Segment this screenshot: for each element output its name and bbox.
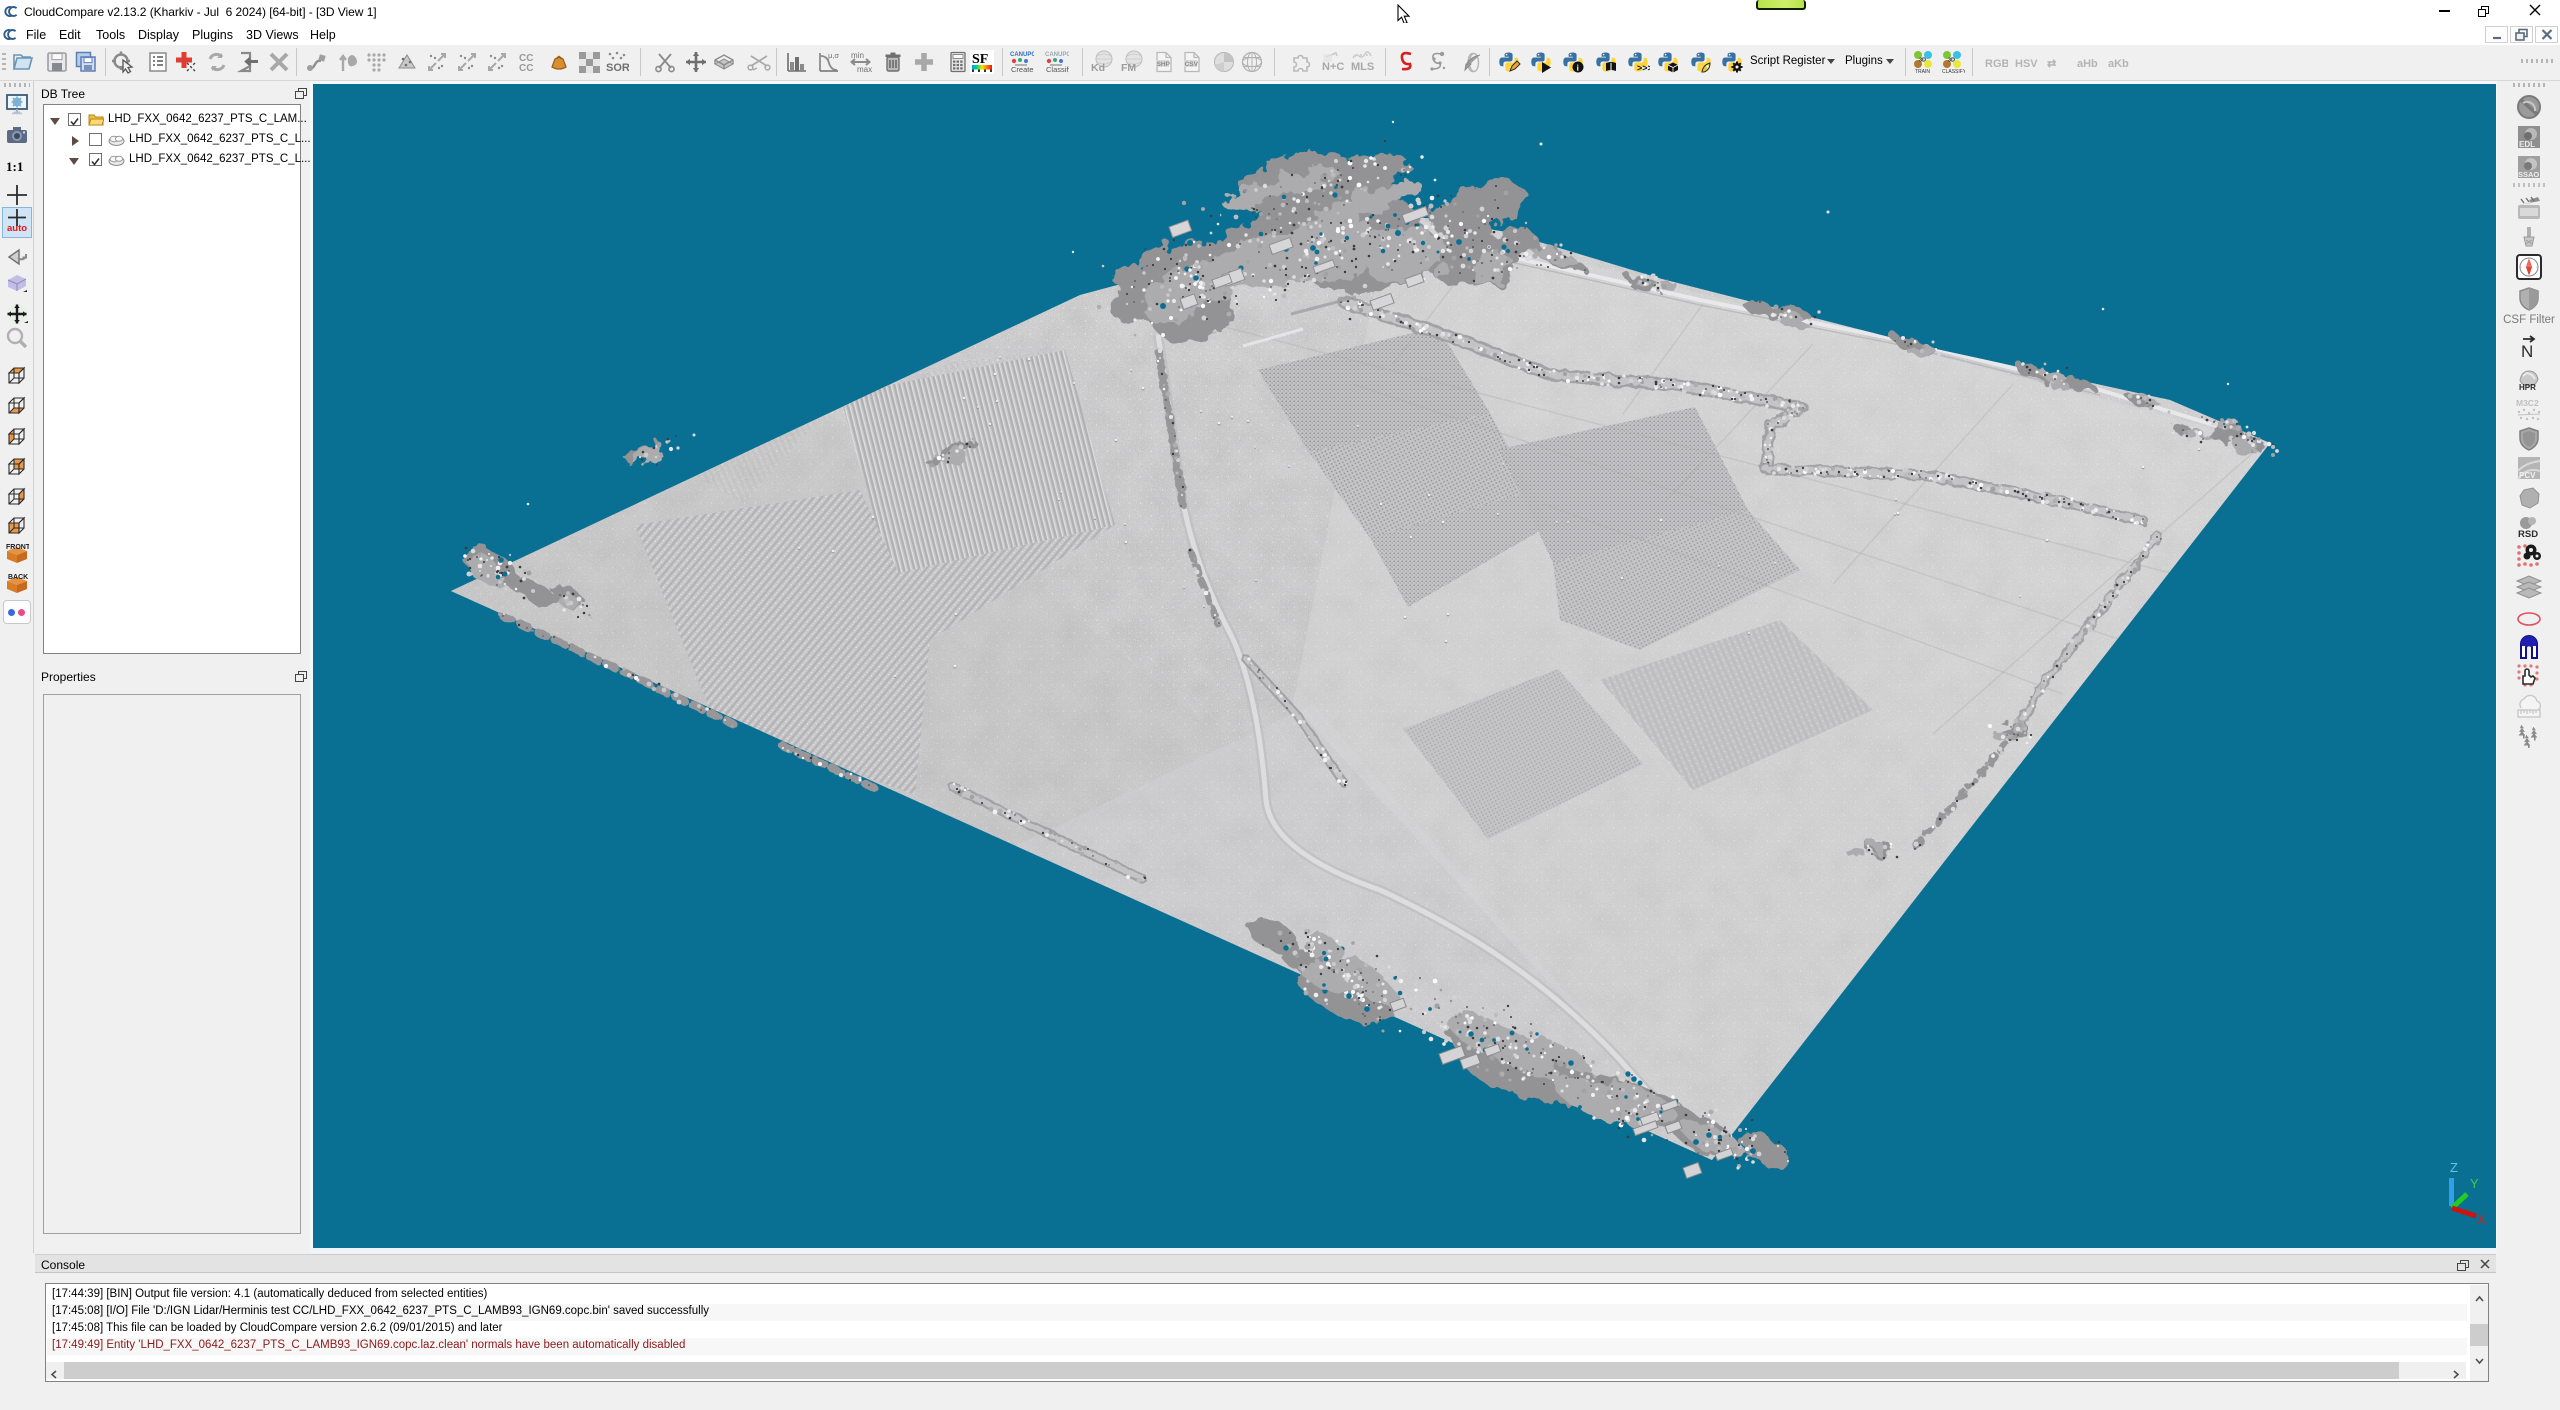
svg-text:TRAIN: TRAIN: [1915, 69, 1930, 74]
svg-text:HSV: HSV: [2015, 58, 2038, 70]
svg-text:aHb: aHb: [2077, 58, 2098, 70]
svg-text:Y: Y: [2470, 1176, 2479, 1191]
svg-text:N: N: [2521, 342, 2533, 361]
svg-text:min: min: [851, 51, 864, 60]
svg-text:3D: 3D: [1948, 58, 1955, 64]
svg-text:3D: 3D: [1919, 58, 1926, 64]
svg-text:BACK: BACK: [8, 574, 28, 581]
svg-text:RSD: RSD: [2518, 529, 2538, 540]
svg-text:SOR: SOR: [606, 62, 629, 74]
svg-text:CANUPO: CANUPO: [1045, 52, 1069, 58]
svg-text:Classify: Classify: [1046, 65, 1069, 74]
svg-text:auto: auto: [7, 223, 27, 232]
svg-text:CLASSIFY: CLASSIFY: [1942, 69, 1965, 74]
svg-text:μ,σ: μ,σ: [828, 51, 839, 60]
svg-text:aKb: aKb: [2108, 58, 2129, 70]
svg-text:EDL: EDL: [2519, 140, 2535, 149]
svg-text:HPR: HPR: [2519, 383, 2536, 392]
svg-text:⇄: ⇄: [2047, 58, 2056, 70]
svg-text:max: max: [857, 65, 872, 74]
svg-text:Z: Z: [2450, 1160, 2458, 1175]
svg-text:X: X: [2477, 1212, 2486, 1227]
svg-text:FRONT: FRONT: [6, 544, 29, 551]
svg-text:CANUPO: CANUPO: [1010, 52, 1034, 58]
svg-text:>>>: >>>: [1637, 63, 1650, 73]
svg-text:SHP: SHP: [1157, 61, 1171, 68]
svg-text:FM: FM: [1121, 62, 1136, 74]
svg-text:RGB: RGB: [1985, 58, 2008, 70]
svg-text:M3C2: M3C2: [2516, 398, 2539, 408]
svg-text:SF: SF: [972, 52, 988, 67]
svg-text:N+C: N+C: [1322, 61, 1344, 73]
svg-text:PCV: PCV: [2519, 471, 2536, 480]
svg-text:Create: Create: [1011, 65, 1034, 74]
svg-text:1:1: 1:1: [6, 159, 23, 174]
svg-text:SSAO: SSAO: [2518, 170, 2539, 179]
svg-text:MLS: MLS: [1351, 61, 1374, 73]
svg-text:CC: CC: [519, 63, 533, 74]
svg-text:CSV: CSV: [1185, 61, 1199, 68]
svg-text:Kd: Kd: [1091, 62, 1105, 74]
